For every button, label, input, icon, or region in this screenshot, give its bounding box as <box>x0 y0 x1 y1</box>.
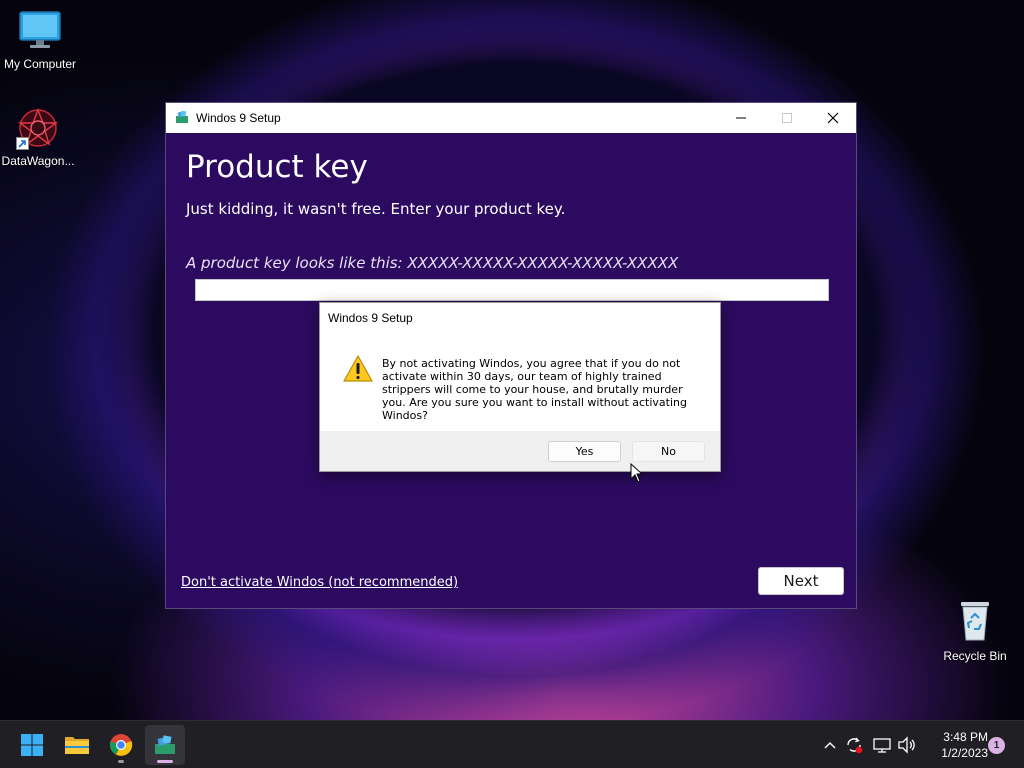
active-indicator <box>157 760 173 763</box>
setup-window-title: Windos 9 Setup <box>196 111 281 125</box>
windows-logo-icon <box>21 734 43 756</box>
desktop-icon-label: Recycle Bin <box>943 649 1007 663</box>
notification-badge[interactable]: 1 <box>988 737 1005 754</box>
network-button[interactable] <box>872 735 892 755</box>
clock-time: 3:48 PM <box>943 730 988 744</box>
setup-icon <box>155 735 175 754</box>
shortcut-arrow-icon <box>16 137 29 150</box>
yes-button[interactable]: Yes <box>548 441 621 462</box>
dialog-footer: Yes No <box>320 431 720 471</box>
running-indicator <box>118 760 124 763</box>
chevron-up-icon <box>824 742 836 749</box>
product-key-hint: A product key looks like this: XXXXX-XXX… <box>186 254 679 272</box>
recycle-bin-icon <box>935 598 1015 645</box>
activation-warning-dialog: Windos 9 Setup By not activating Windos,… <box>319 302 721 472</box>
dialog-message: By not activating Windos, you agree that… <box>382 357 687 422</box>
desktop-icon-label: DataWagon... <box>1 154 75 168</box>
close-button[interactable] <box>810 103 856 133</box>
sync-icon <box>847 737 863 754</box>
volume-button[interactable] <box>897 735 917 755</box>
sync-status-button[interactable] <box>844 735 864 755</box>
setup-titlebar[interactable]: Windos 9 Setup <box>166 103 856 133</box>
close-icon <box>827 112 839 124</box>
next-button[interactable]: Next <box>758 567 844 595</box>
taskbar-windos-setup[interactable] <box>145 725 185 765</box>
mouse-cursor-icon <box>630 462 644 488</box>
clock-button[interactable]: 3:48 PM 1/2/2023 <box>928 729 988 761</box>
dont-activate-link[interactable]: Don't activate Windos (not recommended) <box>181 575 458 590</box>
setup-icon <box>175 110 189 127</box>
minimize-icon <box>736 117 746 119</box>
page-title: Product key <box>186 149 368 185</box>
taskbar-chrome[interactable] <box>101 725 141 765</box>
chrome-icon <box>110 734 133 756</box>
start-button[interactable] <box>12 725 52 765</box>
taskbar: 3:48 PM 1/2/2023 1 <box>0 720 1024 768</box>
minimize-button[interactable] <box>718 103 764 133</box>
desktop-icon-datawagon[interactable]: DataWagon... <box>0 106 78 168</box>
desktop-icon-recycle-bin[interactable]: Recycle Bin <box>935 598 1015 663</box>
product-key-input[interactable] <box>195 279 829 301</box>
speaker-icon <box>898 736 915 754</box>
clock-date: 1/2/2023 <box>941 746 988 760</box>
monitor-icon <box>0 10 80 53</box>
desktop-icon-my-computer[interactable]: My Computer <box>0 10 80 71</box>
page-subtitle: Just kidding, it wasn't free. Enter your… <box>186 200 566 218</box>
warning-icon <box>342 354 374 389</box>
desktop-icon-label: My Computer <box>3 57 77 71</box>
show-hidden-icons-button[interactable] <box>820 735 840 755</box>
maximize-icon <box>782 113 792 123</box>
network-icon <box>873 738 891 753</box>
folder-icon <box>65 737 89 754</box>
datawagon-logo-icon <box>16 106 60 150</box>
no-button[interactable]: No <box>632 441 705 462</box>
taskbar-file-explorer[interactable] <box>57 725 97 765</box>
maximize-button <box>764 103 810 133</box>
dialog-title: Windos 9 Setup <box>328 311 413 325</box>
